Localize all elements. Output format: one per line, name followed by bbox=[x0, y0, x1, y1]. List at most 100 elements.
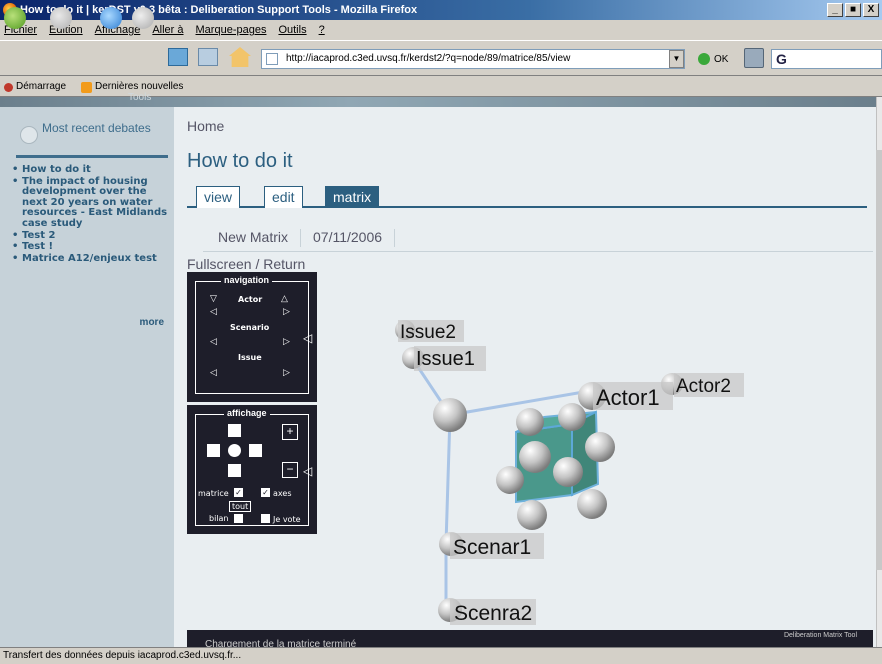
bookmark-demarrage[interactable]: Démarrage bbox=[16, 77, 66, 97]
cell-sphere[interactable] bbox=[558, 403, 586, 431]
matrix-date: 07/11/2006 bbox=[313, 229, 383, 245]
scenario-right-arrow[interactable]: ▷ bbox=[283, 336, 290, 347]
sidebar-divider bbox=[16, 155, 168, 158]
reload-icon[interactable] bbox=[100, 7, 122, 29]
matrix-3d-view[interactable]: Issue2 Issue1 Actor1 Actor2 Scenar1 Scen… bbox=[320, 272, 876, 632]
tab-view[interactable]: view bbox=[196, 186, 241, 208]
close-button[interactable]: X bbox=[863, 3, 879, 17]
cell-sphere[interactable] bbox=[516, 408, 544, 436]
actor-up-arrow[interactable]: △ bbox=[281, 293, 288, 304]
print-icon[interactable] bbox=[744, 48, 764, 68]
tout-button[interactable]: tout bbox=[229, 501, 252, 512]
bookmark-icon bbox=[4, 83, 13, 92]
debate-link[interactable]: The impact of housing development over t… bbox=[12, 176, 168, 230]
issue-right-arrow[interactable]: ▷ bbox=[283, 367, 290, 378]
forward-icon[interactable] bbox=[50, 7, 72, 29]
page-title: How to do it bbox=[187, 150, 293, 172]
nav-scenario-label: Scenario bbox=[230, 323, 270, 332]
cell-sphere[interactable] bbox=[517, 500, 547, 530]
search-text: G bbox=[776, 51, 787, 67]
cell-sphere[interactable] bbox=[553, 457, 583, 487]
cell-sphere[interactable] bbox=[496, 466, 524, 494]
menu-aller[interactable]: Aller à bbox=[152, 20, 183, 40]
breadcrumb[interactable]: Home bbox=[187, 118, 224, 134]
sidebar-title: Most recent debates bbox=[42, 121, 151, 135]
tab-bar: view edit matrix bbox=[187, 186, 867, 208]
nav-panel-toggle[interactable]: ◁ bbox=[303, 331, 312, 345]
je-vote-checkbox[interactable] bbox=[261, 514, 270, 523]
search-input[interactable]: G bbox=[771, 49, 882, 69]
minimize-button[interactable]: _ bbox=[827, 3, 843, 17]
bilan-checkbox[interactable] bbox=[234, 514, 243, 523]
url-dropdown-button[interactable]: ▼ bbox=[669, 50, 684, 68]
display-panel-title: affichage bbox=[224, 408, 270, 418]
window-icon[interactable] bbox=[198, 48, 218, 66]
new-tab-icon[interactable] bbox=[168, 48, 188, 66]
zoom-out-button[interactable]: − bbox=[282, 462, 298, 478]
more-link[interactable]: more bbox=[120, 317, 164, 328]
actor-left-arrow[interactable]: ◁ bbox=[210, 306, 217, 317]
back-icon[interactable] bbox=[4, 7, 26, 29]
rss-icon bbox=[81, 82, 92, 93]
stop-icon[interactable] bbox=[132, 7, 154, 29]
debate-link[interactable]: How to do it bbox=[12, 164, 168, 176]
navigation-panel-title: navigation bbox=[221, 275, 273, 285]
fullscreen-link[interactable]: Fullscreen / Return bbox=[187, 256, 305, 272]
tool-brand: Deliberation Matrix Tool bbox=[783, 632, 857, 639]
zoom-in-button[interactable]: + bbox=[282, 424, 298, 440]
status-text: Transfert des données depuis iacaprod.c3… bbox=[3, 650, 242, 661]
actor-right-arrow[interactable]: ▷ bbox=[283, 306, 290, 317]
bilan-label: bilan bbox=[209, 514, 229, 523]
tab-matrix[interactable]: matrix bbox=[325, 186, 380, 208]
navigation-panel: navigation ▽ Actor △ ◁ ▷ Scenario ◁ ▷ Is… bbox=[187, 272, 317, 402]
scenario-left-arrow[interactable]: ◁ bbox=[210, 336, 217, 347]
menu-outils[interactable]: Outils bbox=[278, 20, 306, 40]
debate-link[interactable]: Matrice A12/enjeux test bbox=[12, 253, 168, 265]
url-text: http://iacaprod.c3ed.uvsq.fr/kerdst2/?q=… bbox=[286, 53, 571, 64]
debate-icon bbox=[20, 126, 38, 144]
axes-label: axes bbox=[273, 489, 292, 498]
address-bar[interactable]: http://iacaprod.c3ed.uvsq.fr/kerdst2/?q=… bbox=[261, 49, 685, 69]
status-bar: Transfert des données depuis iacaprod.c3… bbox=[0, 647, 882, 664]
debate-list: How to do it The impact of housing devel… bbox=[12, 164, 168, 265]
matrice-label: matrice bbox=[198, 489, 229, 498]
display-panel: affichage + − ◁ matrice ✓ ✓ axes tout bi… bbox=[187, 405, 317, 534]
window-title: How to do it | kerDST v0.3 bêta : Delibe… bbox=[20, 4, 418, 16]
matrice-checkbox[interactable]: ✓ bbox=[234, 488, 243, 497]
go-button[interactable]: OK bbox=[714, 54, 728, 65]
menu-marque-pages[interactable]: Marque-pages bbox=[196, 20, 267, 40]
view-down-button[interactable] bbox=[228, 464, 241, 477]
issue1-label[interactable]: Issue1 bbox=[416, 348, 475, 370]
menu-help[interactable]: ? bbox=[319, 20, 325, 40]
matrix-footer-bar: Chargement de la matrice terminé Deliber… bbox=[187, 630, 873, 650]
window-controls: _ ■ X bbox=[827, 3, 879, 17]
scenra2-label[interactable]: Scenra2 bbox=[454, 602, 532, 625]
cell-sphere[interactable] bbox=[577, 489, 607, 519]
cell-sphere[interactable] bbox=[585, 432, 615, 462]
je-vote-label: Je vote bbox=[273, 515, 301, 524]
scrollbar-thumb[interactable] bbox=[876, 150, 882, 570]
maximize-button[interactable]: ■ bbox=[845, 3, 861, 17]
actor-down-arrow[interactable]: ▽ bbox=[210, 293, 217, 304]
view-up-button[interactable] bbox=[228, 424, 241, 437]
actor2-label[interactable]: Actor2 bbox=[676, 376, 731, 397]
view-right-button[interactable] bbox=[249, 444, 262, 457]
tab-edit[interactable]: edit bbox=[264, 186, 303, 208]
view-center-button[interactable] bbox=[228, 444, 241, 457]
issue-left-arrow[interactable]: ◁ bbox=[210, 367, 217, 378]
nav-issue-label: Issue bbox=[238, 353, 262, 362]
axis-origin-sphere[interactable] bbox=[433, 398, 467, 432]
view-left-button[interactable] bbox=[207, 444, 220, 457]
nav-actor-label: Actor bbox=[238, 295, 263, 304]
debate-link[interactable]: Test 2 bbox=[12, 230, 168, 242]
page-icon bbox=[266, 53, 278, 65]
header-fragment: Tools bbox=[128, 92, 152, 103]
cell-sphere[interactable] bbox=[519, 441, 551, 473]
actor1-label[interactable]: Actor1 bbox=[596, 385, 660, 410]
go-icon[interactable] bbox=[698, 53, 710, 65]
issue2-label[interactable]: Issue2 bbox=[400, 322, 456, 343]
axes-checkbox[interactable]: ✓ bbox=[261, 488, 270, 497]
debate-link[interactable]: Test ! bbox=[12, 242, 168, 253]
display-panel-toggle[interactable]: ◁ bbox=[303, 464, 312, 478]
scenar1-label[interactable]: Scenar1 bbox=[453, 536, 531, 559]
